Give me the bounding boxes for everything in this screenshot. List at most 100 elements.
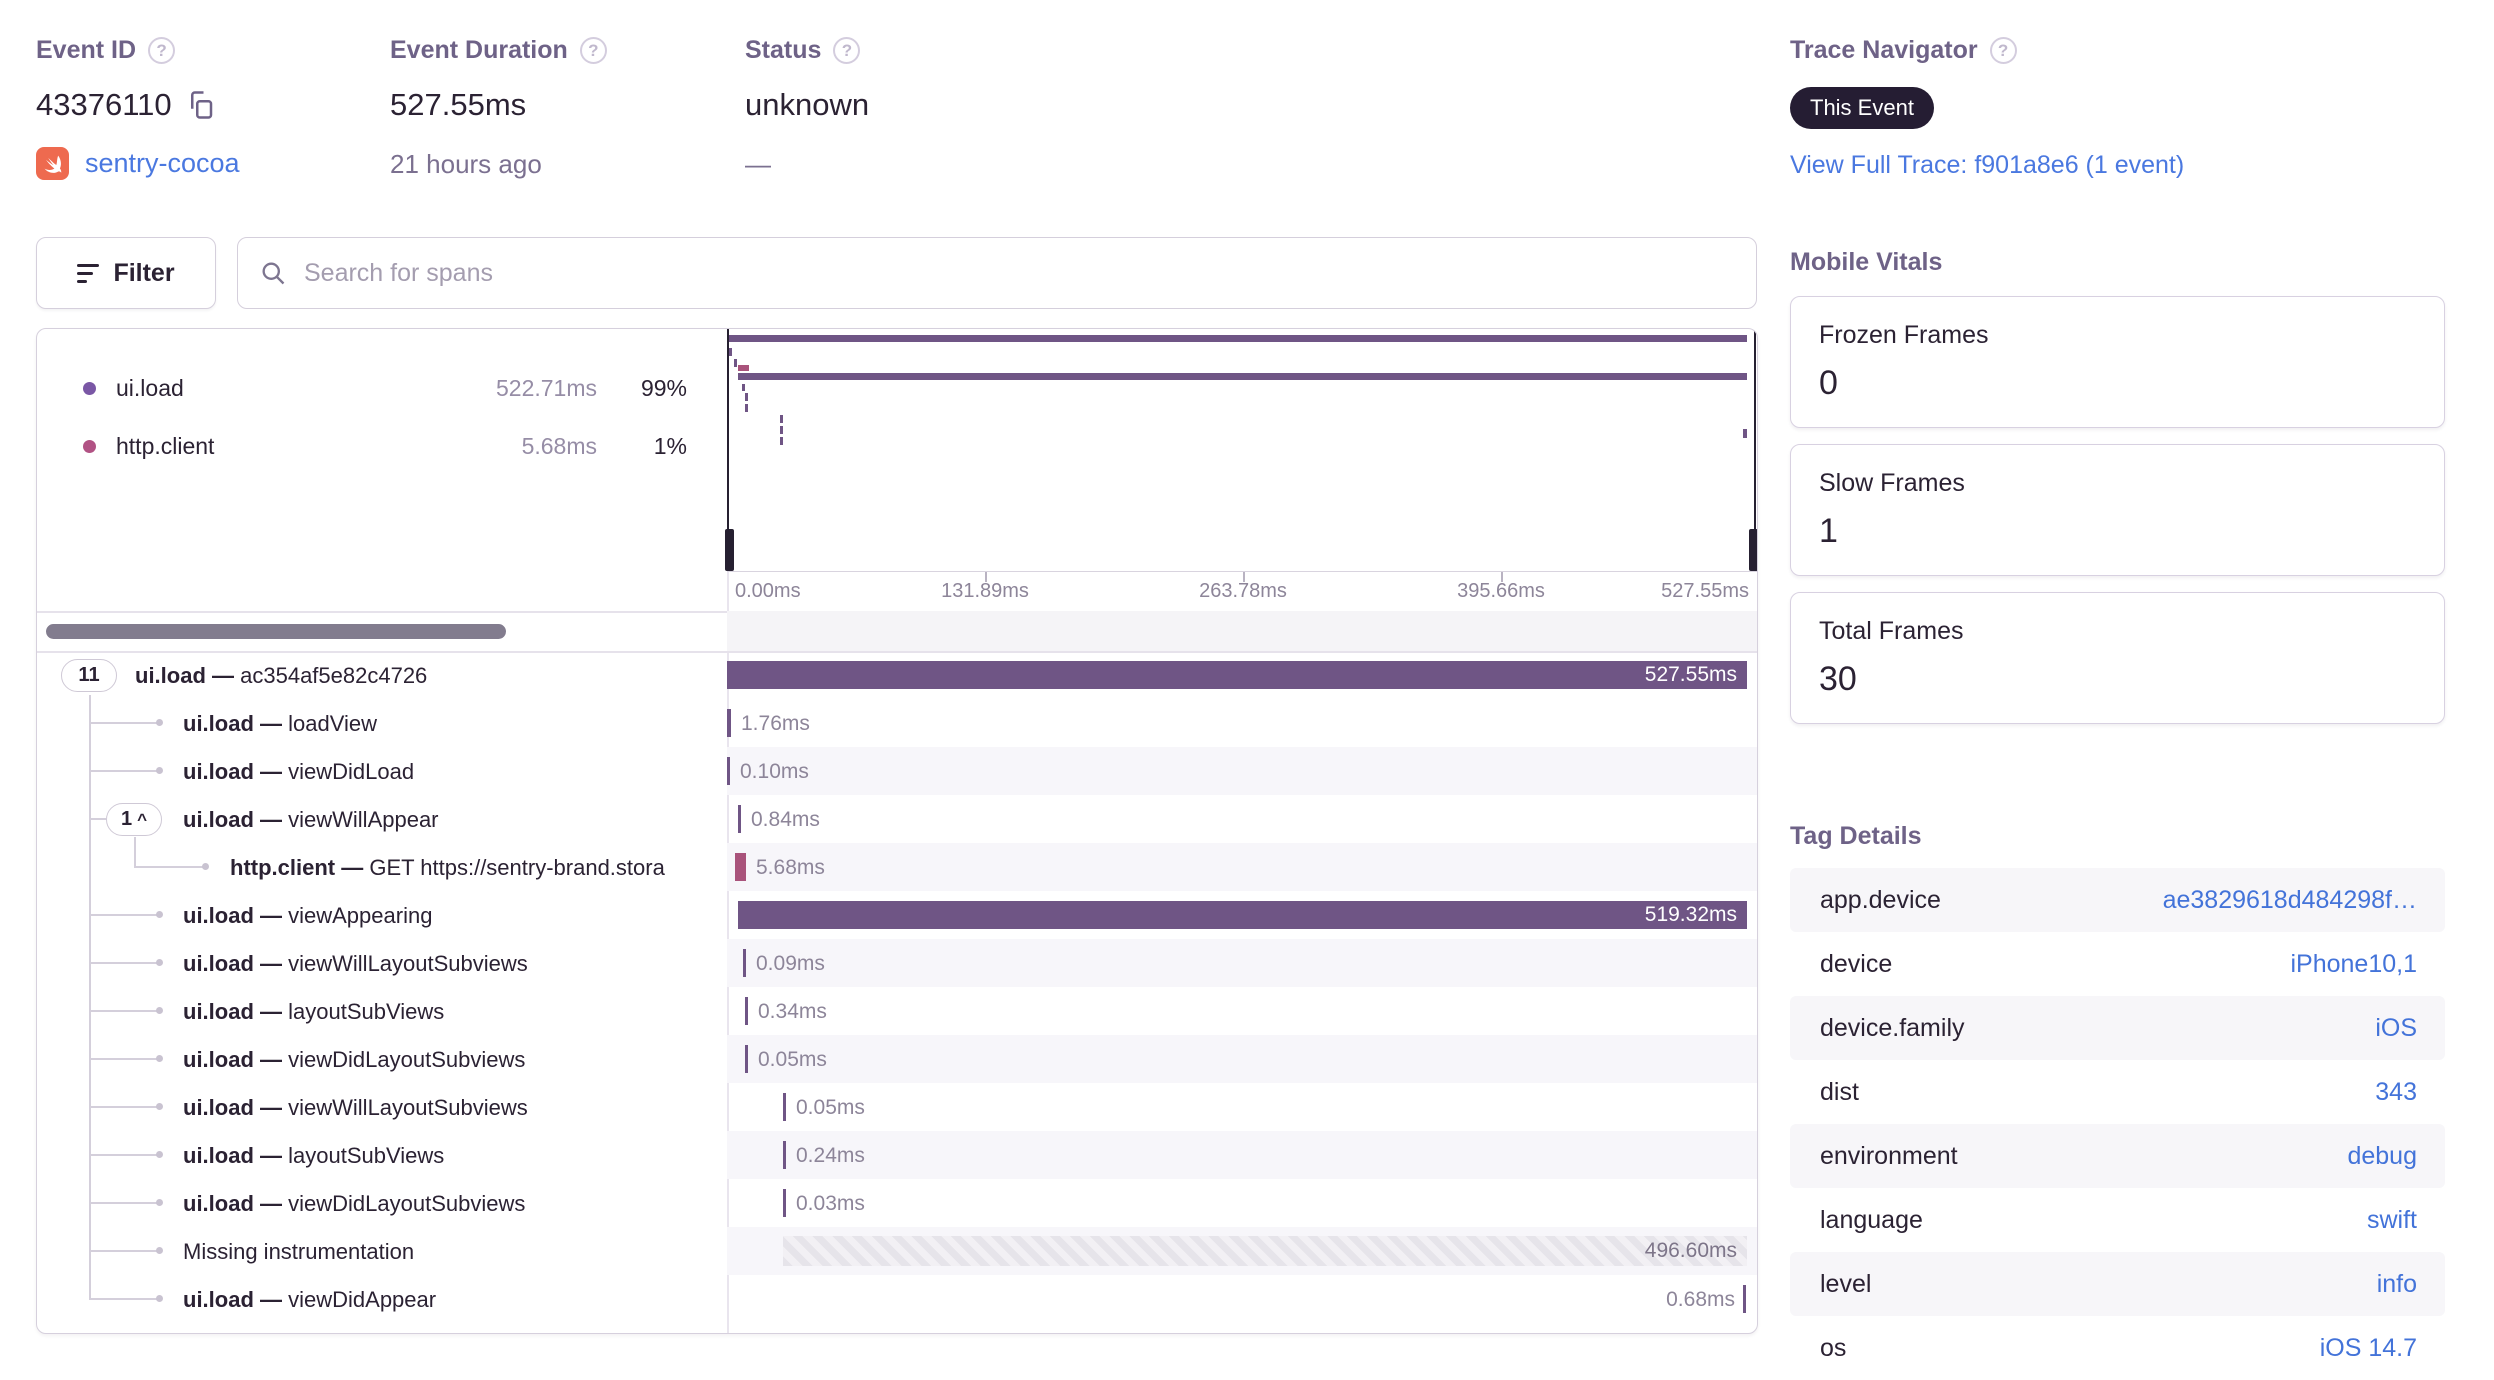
span-bar-lane[interactable]: 0.68ms [727,1275,1757,1323]
span-bar-lane[interactable]: 519.32ms [727,891,1757,939]
vital-card: Total Frames 30 [1790,592,2445,724]
span-bar[interactable] [1743,1285,1746,1313]
status-block: Status ? unknown — [745,36,869,180]
span-bar-lane[interactable]: 1.76ms [727,699,1757,747]
span-bar[interactable] [735,853,746,881]
span-bar-lane[interactable]: 0.09ms [727,939,1757,987]
span-duration-label: 0.09ms [756,952,825,975]
help-icon[interactable]: ? [579,37,607,64]
legend-op-name: http.client [116,432,215,459]
viewport-handle-right-grip[interactable] [1749,529,1757,571]
span-tree-row[interactable]: ui.load — viewDidAppear [37,1275,727,1323]
view-full-trace-link[interactable]: View Full Trace: f901a8e6 (1 event) [1790,151,2184,179]
tree-connector-dot [156,1055,163,1062]
tag-key: dist [1820,1077,1859,1106]
tag-row: environment debug [1790,1124,2445,1188]
span-tree-row[interactable]: ui.load — viewDidLayoutSubviews [37,1035,727,1083]
span-tree-row[interactable]: http.client — GET https://sentry-brand.s… [37,843,727,891]
event-age: 21 hours ago [390,149,542,179]
span-bar[interactable] [727,757,730,785]
filter-button[interactable]: Filter [36,237,216,309]
span-duration-label: 0.03ms [796,1192,865,1215]
span-tree-label: http.client — GET https://sentry-brand.s… [230,855,665,880]
span-duration-label: 1.76ms [741,712,810,735]
axis-tick-label: 527.55ms [1661,580,1749,602]
tag-row: device.family iOS [1790,996,2445,1060]
span-bar[interactable] [745,1045,748,1073]
tag-key: app.device [1820,885,1941,914]
axis-tick-mark [985,572,987,582]
tag-value-link[interactable]: swift [2367,1206,2417,1235]
minimap-span-mark [738,365,749,371]
horizontal-scrollbar-thumb[interactable] [46,624,506,639]
span-bar-lane[interactable]: 0.05ms [727,1035,1757,1083]
tag-row: dist 343 [1790,1060,2445,1124]
tag-value-link[interactable]: ae3829618d484298f… [2163,886,2417,915]
span-op: ui.load — [183,999,289,1024]
span-bar[interactable] [738,805,741,833]
minimap-span-mark [780,415,783,423]
project-link[interactable]: sentry-cocoa [36,147,240,180]
span-tree-row[interactable]: ui.load — viewWillLayoutSubviews [37,1083,727,1131]
copy-icon[interactable] [186,90,216,120]
this-event-badge[interactable]: This Event [1790,87,1934,129]
tree-connector-dot [156,1199,163,1206]
tree-connector [89,1202,159,1204]
tag-value-link[interactable]: 343 [2375,1078,2417,1107]
tag-value-link[interactable]: iOS [2375,1014,2417,1043]
span-bar[interactable]: 527.55ms [727,661,1747,689]
span-tree-label: ui.load — viewWillLayoutSubviews [183,951,528,976]
vital-card-label: Total Frames [1819,617,1964,645]
span-tree-row[interactable]: Missing instrumentation [37,1227,727,1275]
span-bar-lane[interactable]: 496.60ms [727,1227,1757,1275]
filter-icon [77,263,100,283]
span-tree-row[interactable]: ui.load — viewDidLoad [37,747,727,795]
span-bar[interactable] [743,949,746,977]
span-bar-lane[interactable]: 0.24ms [727,1131,1757,1179]
span-bar-lane[interactable]: 0.34ms [727,987,1757,1035]
span-tree-row[interactable]: ui.load — viewDidLayoutSubviews [37,1179,727,1227]
tag-value-link[interactable]: iPhone10,1 [2290,950,2417,979]
help-icon[interactable]: ? [833,37,861,64]
span-op: ui.load — [183,1095,289,1120]
minimap-span-bar [727,335,1747,342]
span-bar[interactable] [745,997,748,1025]
tag-value-link[interactable]: debug [2347,1142,2417,1171]
span-duration-label: 0.05ms [758,1048,827,1071]
span-bar[interactable] [783,1093,786,1121]
minimap-span-mark [745,393,748,401]
span-tree-row[interactable]: ui.load — viewAppearing [37,891,727,939]
span-bar-lane[interactable]: 0.03ms [727,1179,1757,1227]
span-bar[interactable] [727,709,731,737]
span-op: ui.load — [135,663,241,688]
help-icon[interactable]: ? [1989,37,2017,64]
span-tree-row[interactable]: ui.load — layoutSubViews [37,987,727,1035]
span-duration-label: 5.68ms [756,856,825,879]
missing-instrumentation-bar[interactable]: 496.60ms [783,1236,1747,1266]
tag-value-link[interactable]: iOS 14.7 [2320,1334,2417,1363]
span-count-badge[interactable]: 1 ^ [106,803,162,836]
span-duration-label: 496.60ms [1644,1239,1737,1262]
span-tree-row[interactable]: 11 ui.load — ac354af5e82c4726 [37,651,727,699]
span-tree-row[interactable]: ui.load — layoutSubViews [37,1131,727,1179]
span-bar-lane[interactable]: 5.68ms [727,843,1757,891]
search-input[interactable] [237,237,1757,309]
status-value: unknown [745,87,870,122]
span-bar[interactable] [783,1189,786,1217]
span-op: ui.load — [183,1191,289,1216]
span-bar[interactable] [783,1141,786,1169]
span-bar-lane[interactable]: 527.55ms [727,651,1757,699]
help-icon[interactable]: ? [148,37,176,64]
span-count-badge[interactable]: 11 [61,659,117,692]
viewport-handle-left-grip[interactable] [725,529,734,571]
span-tree-row[interactable]: ui.load — loadView [37,699,727,747]
span-bar-lane[interactable]: 0.84ms [727,795,1757,843]
span-bar-lane[interactable]: 0.10ms [727,747,1757,795]
span-bar[interactable]: 519.32ms [738,901,1747,929]
span-tree-row[interactable]: ui.load — viewWillLayoutSubviews [37,939,727,987]
span-tree-row[interactable]: 1 ^ ui.load — viewWillAppear [37,795,727,843]
span-bar-lane[interactable]: 0.05ms [727,1083,1757,1131]
span-op: ui.load — [183,903,289,928]
tag-value-link[interactable]: info [2377,1270,2417,1299]
minimap[interactable] [725,329,1757,571]
